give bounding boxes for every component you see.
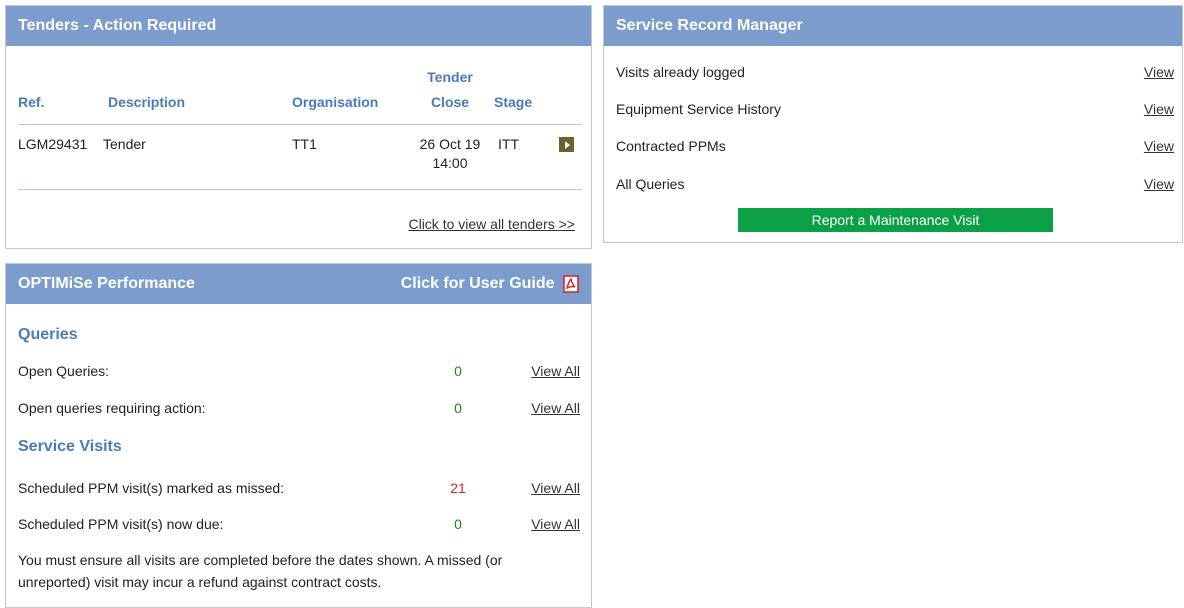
user-guide-link[interactable]: Click for User Guide <box>401 264 579 304</box>
tender-close-date: 26 Oct 19 <box>419 136 481 152</box>
open-queries-label: Open Queries: <box>18 363 110 379</box>
performance-panel: OPTIMiSe Performance Click for User Guid… <box>5 263 592 608</box>
open-tender-arrow-icon[interactable] <box>559 137 574 152</box>
view-all-missed-visits-link[interactable]: View All <box>531 480 580 496</box>
list-item: Contracted PPMs View <box>616 138 1174 158</box>
list-item: Open Queries: 0 View All <box>18 363 580 383</box>
table-row: LGM29431 Tender TT1 26 Oct 19 14:00 ITT <box>18 124 582 190</box>
performance-title: OPTIMiSe Performance <box>18 275 195 292</box>
missed-visits-label: Scheduled PPM visit(s) marked as missed: <box>18 480 285 496</box>
view-all-action-queries-link[interactable]: View All <box>531 400 580 416</box>
service-visits-section-title: Service Visits <box>18 438 122 455</box>
view-equipment-history-link[interactable]: View <box>1144 101 1174 121</box>
tenders-table: Ref. Description Organisation Tender Clo… <box>18 66 582 190</box>
view-contracted-ppms-link[interactable]: View <box>1144 138 1174 158</box>
tenders-panel: Tenders - Action Required Ref. Descripti… <box>5 5 592 249</box>
srm-item-label: Equipment Service History <box>616 101 781 117</box>
queries-section-title: Queries <box>18 326 78 343</box>
view-all-due-visits-link[interactable]: View All <box>531 516 580 532</box>
col-ref: Ref. <box>18 94 45 110</box>
view-all-queries-link[interactable]: View <box>1144 176 1174 196</box>
open-queries-count: 0 <box>454 363 462 379</box>
due-visits-label: Scheduled PPM visit(s) now due: <box>18 516 224 532</box>
view-visits-logged-link[interactable]: View <box>1144 64 1174 84</box>
due-visits-count: 0 <box>454 516 462 532</box>
tender-organisation: TT1 <box>292 136 317 152</box>
tender-close-time: 14:00 <box>432 155 468 171</box>
tender-ref: LGM29431 <box>18 136 88 152</box>
tenders-table-header: Ref. Description Organisation Tender Clo… <box>18 66 582 124</box>
service-record-title: Service Record Manager <box>616 17 803 34</box>
col-tender-close-line1: Tender <box>427 69 473 85</box>
col-description: Description <box>108 94 186 110</box>
col-organisation: Organisation <box>292 94 379 110</box>
queries-requiring-action-label: Open queries requiring action: <box>18 400 206 416</box>
user-guide-label: Click for User Guide <box>400 275 555 292</box>
view-all-open-queries-link[interactable]: View All <box>531 363 580 379</box>
srm-item-label: All Queries <box>616 176 685 192</box>
list-item: Equipment Service History View <box>616 101 1174 121</box>
performance-header: OPTIMiSe Performance Click for User Guid… <box>6 264 591 304</box>
list-item: Visits already logged View <box>616 64 1174 84</box>
visits-note: You must ensure all visits are completed… <box>18 552 503 590</box>
list-item: Scheduled PPM visit(s) now due: 0 View A… <box>18 516 580 536</box>
list-item: Scheduled PPM visit(s) marked as missed:… <box>18 480 580 500</box>
list-item: Open queries requiring action: 0 View Al… <box>18 400 580 420</box>
service-record-header: Service Record Manager <box>604 6 1182 46</box>
srm-item-label: Contracted PPMs <box>616 138 726 154</box>
view-all-tenders-link[interactable]: Click to view all tenders >> <box>408 216 575 232</box>
queries-requiring-action-count: 0 <box>454 400 462 416</box>
service-record-panel: Service Record Manager Visits already lo… <box>603 5 1183 243</box>
srm-item-label: Visits already logged <box>616 64 745 80</box>
tender-stage: ITT <box>498 136 519 152</box>
tender-description: Tender <box>103 136 146 152</box>
list-item: All Queries View <box>616 176 1174 196</box>
tenders-header: Tenders - Action Required <box>6 6 591 46</box>
col-stage: Stage <box>494 94 533 110</box>
missed-visits-count: 21 <box>450 480 466 496</box>
pdf-icon <box>563 275 579 293</box>
report-maintenance-visit-button[interactable]: Report a Maintenance Visit <box>738 208 1053 232</box>
tenders-title: Tenders - Action Required <box>18 17 217 34</box>
col-tender-close-line2: Close <box>430 94 470 110</box>
